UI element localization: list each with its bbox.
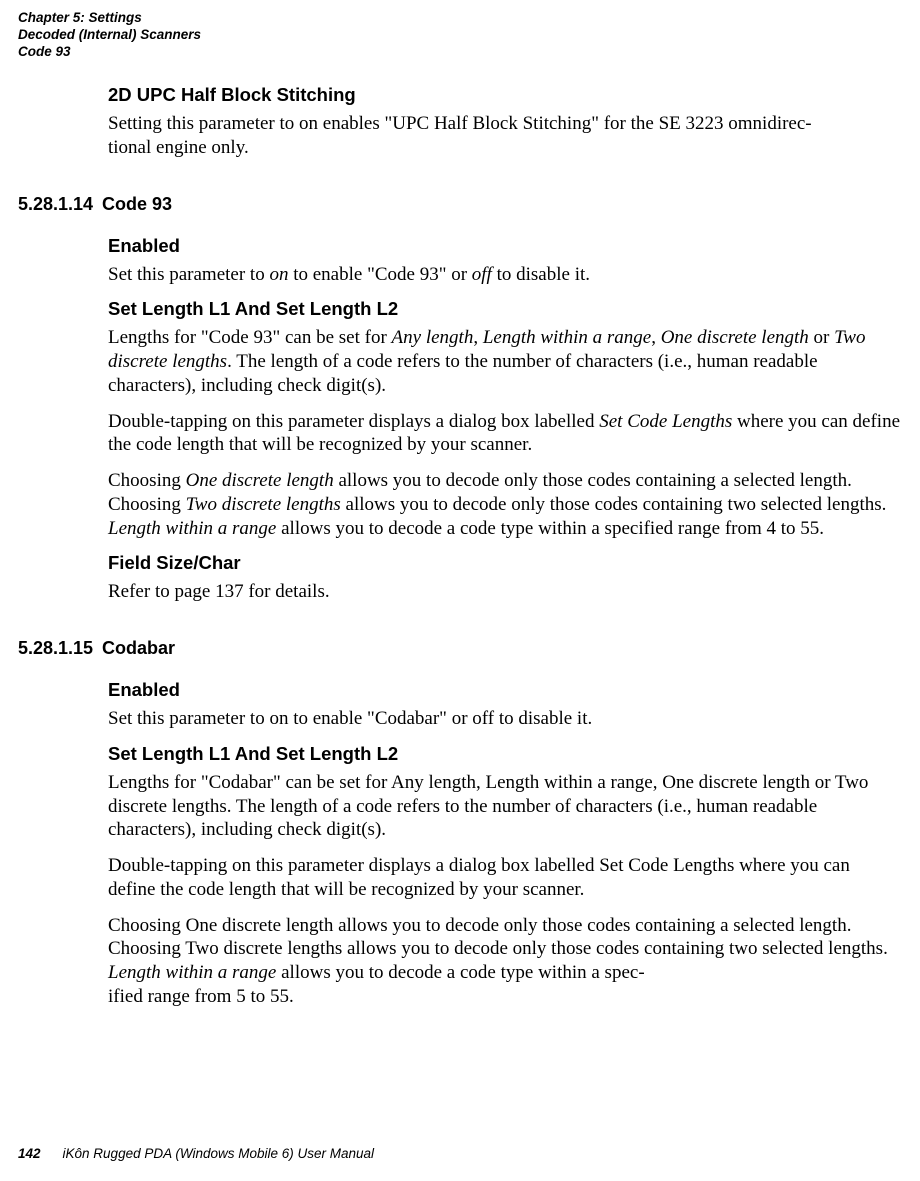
heading-fieldsize-1: Field Size/Char [108,552,900,574]
para-2d-upc: Setting this parameter to on enables "UP… [108,112,900,160]
heading-setlength-2: Set Length L1 And Set Length L2 [108,743,900,765]
header-section: Decoded (Internal) Scanners [18,27,201,44]
para-fieldsize-1: Refer to page 137 for details. [108,580,900,604]
para-setlength-1c: Choosing One discrete length allows you … [108,469,900,540]
para-setlength-2b: Double-tapping on this parameter display… [108,854,900,902]
para-setlength-2c: Choosing One discrete length allows you … [108,914,900,1009]
header-topic: Code 93 [18,44,201,61]
para-setlength-2a: Lengths for "Codabar" can be set for Any… [108,771,900,842]
page-number: 142 [18,1146,41,1161]
footer-title: iKôn Rugged PDA (Windows Mobile 6) User … [63,1146,375,1161]
header-chapter: Chapter 5: Settings [18,10,201,27]
para-setlength-1b: Double-tapping on this parameter display… [108,410,900,458]
section-number-codabar: 5.28.1.15 [18,638,93,659]
para-setlength-1a: Lengths for "Code 93" can be set for Any… [108,326,900,397]
page-header: Chapter 5: Settings Decoded (Internal) S… [18,10,201,61]
para-enabled-1: Set this parameter to on to enable "Code… [108,263,900,287]
section-heading-codabar: Codabar [102,638,900,659]
heading-2d-upc: 2D UPC Half Block Stitching [108,84,900,106]
section-number-code93: 5.28.1.14 [18,194,93,215]
page-content: 2D UPC Half Block Stitching Setting this… [108,84,900,1021]
section-heading-code93: Code 93 [102,194,900,215]
heading-setlength-1: Set Length L1 And Set Length L2 [108,298,900,320]
page-footer: 142 iKôn Rugged PDA (Windows Mobile 6) Us… [18,1146,374,1161]
para-enabled-2: Set this parameter to on to enable "Coda… [108,707,900,731]
heading-enabled-2: Enabled [108,679,900,701]
heading-enabled-1: Enabled [108,235,900,257]
